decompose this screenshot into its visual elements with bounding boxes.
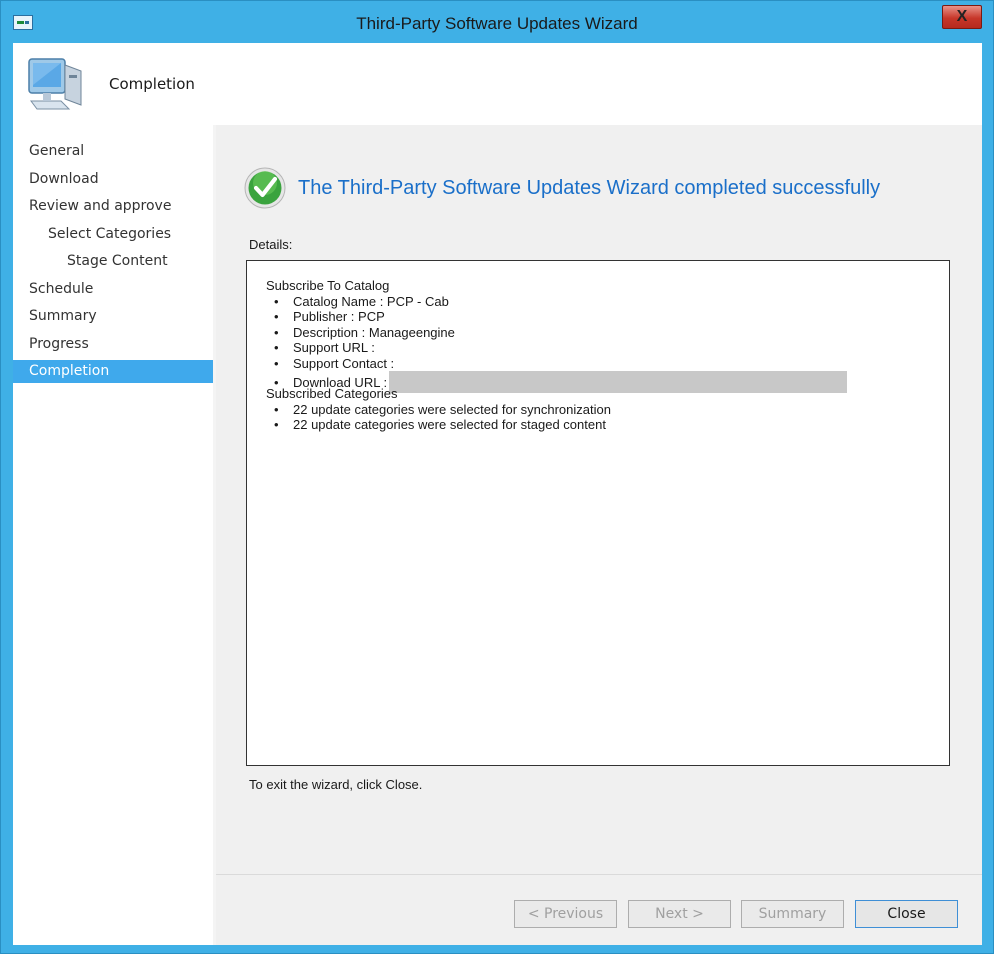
details-staged-line: 22 update categories were selected for s… (266, 417, 926, 433)
sidebar-item-download[interactable]: Download (13, 168, 213, 191)
success-message: The Third-Party Software Updates Wizard … (298, 177, 881, 199)
wizard-steps-sidebar: General Download Review and approve Sele… (13, 125, 213, 945)
sidebar-item-schedule[interactable]: Schedule (13, 278, 213, 301)
details-support-url: Support URL : (266, 340, 926, 356)
sidebar-item-stage-content[interactable]: Stage Content (13, 250, 213, 273)
sidebar-item-general[interactable]: General (13, 140, 213, 163)
sidebar-item-completion[interactable]: Completion (13, 360, 213, 383)
details-textbox[interactable]: Subscribe To Catalog Catalog Name : PCP … (246, 260, 950, 766)
details-content: Subscribe To Catalog Catalog Name : PCP … (266, 278, 926, 433)
close-button[interactable]: Close (855, 900, 958, 928)
details-section-title: Subscribe To Catalog (266, 278, 390, 293)
details-catalog-name: Catalog Name : PCP - Cab (266, 294, 926, 310)
wizard-content: The Third-Party Software Updates Wizard … (216, 125, 982, 945)
exit-instructions: To exit the wizard, click Close. (249, 777, 423, 792)
details-label: Details: (249, 237, 293, 252)
window-close-button[interactable]: X (942, 5, 982, 29)
wizard-client-area: Completion General Download Review and a… (13, 43, 982, 945)
sidebar-item-progress[interactable]: Progress (13, 333, 213, 356)
success-check-icon (244, 167, 286, 209)
title-bar[interactable]: Third-Party Software Updates Wizard X (1, 1, 993, 43)
details-description: Description : Manageengine (266, 325, 926, 341)
footer-divider (216, 874, 982, 875)
sidebar-item-summary[interactable]: Summary (13, 305, 213, 328)
window-title: Third-Party Software Updates Wizard (356, 14, 638, 33)
summary-button[interactable]: Summary (741, 900, 844, 928)
next-button[interactable]: Next > (628, 900, 731, 928)
sidebar-item-select-categories[interactable]: Select Categories (13, 223, 213, 246)
details-sync-line: 22 update categories were selected for s… (266, 402, 926, 418)
details-support-contact: Support Contact : (266, 356, 926, 372)
sidebar-item-review-and-approve[interactable]: Review and approve (13, 195, 213, 218)
page-title: Completion (109, 75, 195, 93)
wizard-header: Completion (13, 43, 982, 125)
wizard-window: Third-Party Software Updates Wizard X Co… (0, 0, 994, 954)
details-publisher: Publisher : PCP (266, 309, 926, 325)
previous-button[interactable]: < Previous (514, 900, 617, 928)
redacted-url (389, 371, 848, 393)
computer-icon (28, 58, 82, 110)
